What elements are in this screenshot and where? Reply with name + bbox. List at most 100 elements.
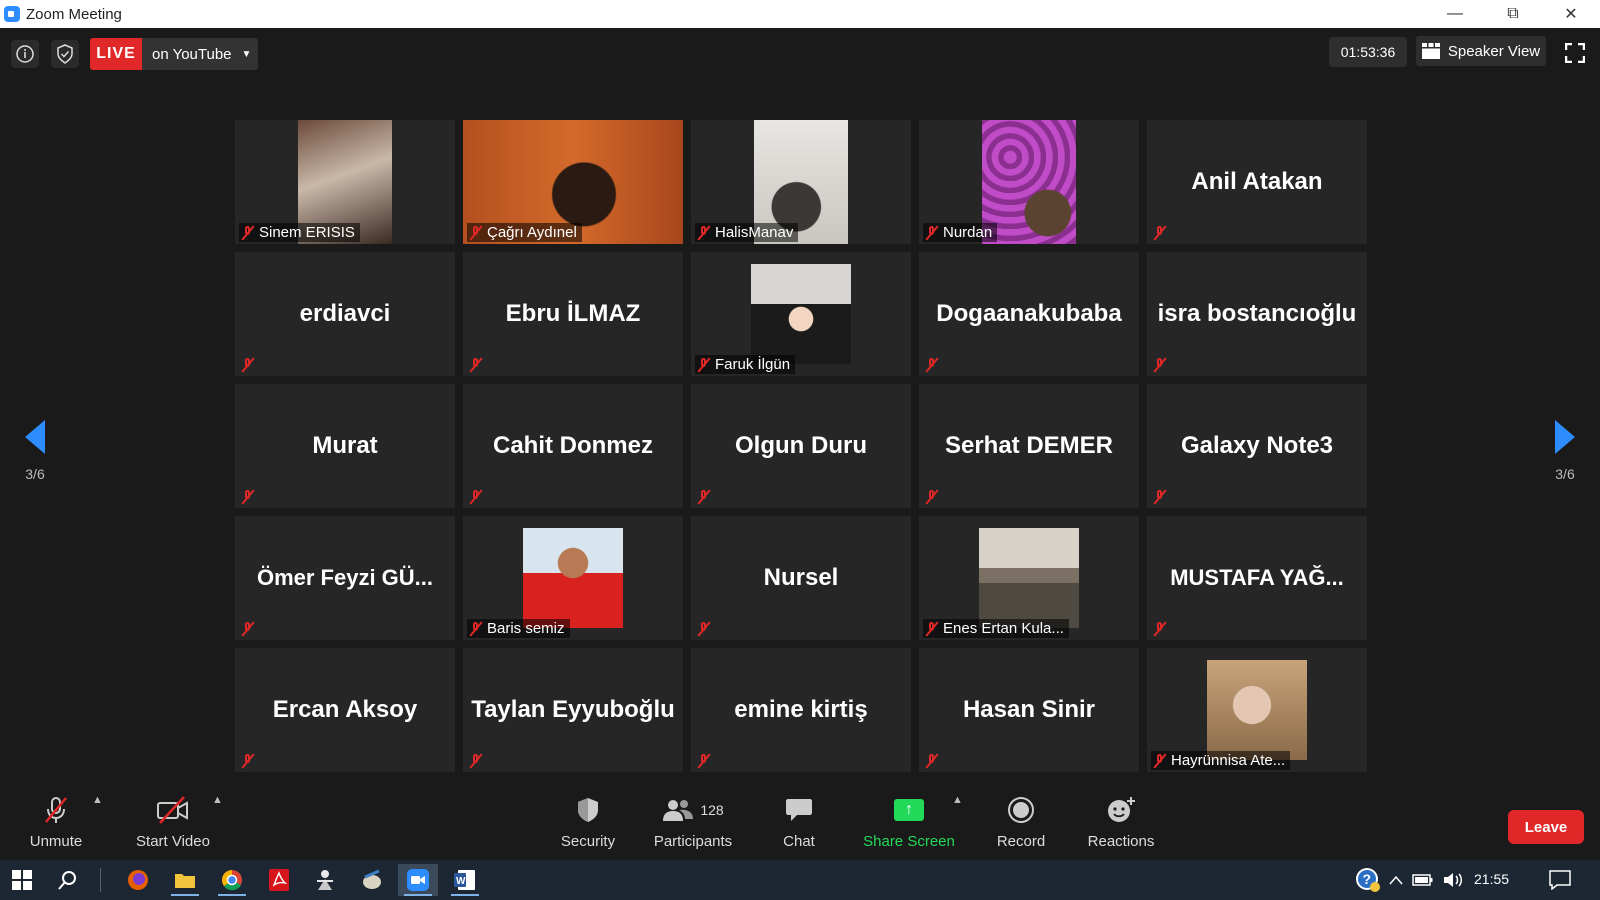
next-page-button[interactable]: 3/6 [1545,420,1585,482]
participant-tile[interactable]: Galaxy Note3 [1147,384,1367,508]
participant-name: Enes Ertan Kula... [943,620,1064,637]
participant-profile-photo [1207,660,1307,760]
participant-tile[interactable]: Baris semiz [463,516,683,640]
participant-tile[interactable]: Çağrı Aydınel [463,120,683,244]
mic-muted-icon [697,357,711,373]
participant-name-tag [1151,356,1172,374]
chrome-icon[interactable] [212,864,252,896]
participant-name: HalisManav [715,224,794,241]
participant-name: Nurdan [943,224,993,241]
audio-options-caret-icon[interactable]: ▲ [92,794,103,806]
file-explorer-icon[interactable] [165,864,205,896]
participant-name: Anil Atakan [1191,168,1323,195]
participant-name: Olgun Duru [735,432,867,459]
participants-icon: 128 [662,795,724,825]
minimize-icon[interactable]: — [1432,0,1478,28]
participant-name: Galaxy Note3 [1180,432,1334,459]
participant-tile[interactable]: Taylan Eyyuboğlu [463,648,683,772]
zoom-icon[interactable] [398,864,438,896]
arrow-right-icon [1555,420,1575,454]
reactions-button[interactable]: Reactions [1086,780,1156,850]
battery-icon[interactable] [1410,864,1436,896]
live-stream-dropdown[interactable]: on YouTube ▼ [142,38,258,70]
firefox-icon[interactable] [118,864,158,896]
participant-tile[interactable]: Hayrünnisa Ate... [1147,648,1367,772]
participant-tile[interactable]: Dogaanakubaba [919,252,1139,376]
participant-name: emine kirtiş [734,696,868,723]
participant-tile[interactable]: Cahit Donmez [463,384,683,508]
app-icon[interactable] [352,864,392,896]
participant-tile[interactable]: Murat [235,384,455,508]
participant-tile[interactable]: Nurdan [919,120,1139,244]
taskbar-divider [100,868,101,892]
security-shield-icon [575,795,601,825]
record-button[interactable]: Record [991,780,1051,850]
previous-page-button[interactable]: 3/6 [15,420,55,482]
restore-icon[interactable]: ⧉ [1490,0,1536,28]
participant-tile[interactable]: Olgun Duru [691,384,911,508]
fullscreen-icon[interactable] [1560,38,1590,68]
participant-tile[interactable]: Anil Atakan [1147,120,1367,244]
start-video-button[interactable]: Start Video [133,780,213,850]
share-screen-button[interactable]: ↑ Share Screen [861,780,957,850]
participant-name-tag [239,356,260,374]
meeting-toolbar: Unmute ▲ Start Video ▲ Security 128 Part… [0,780,1600,860]
participant-name: Cahit Donmez [492,432,653,459]
participant-tile[interactable]: Sinem ERISIS [235,120,455,244]
encryption-shield-icon[interactable] [51,40,79,68]
speaker-view-button[interactable]: Speaker View [1416,36,1546,66]
participant-tile[interactable]: Nursel [691,516,911,640]
participant-name-tag [1151,620,1172,638]
unmute-button[interactable]: Unmute [26,780,86,850]
participant-tile[interactable]: Ömer Feyzi GÜ... [235,516,455,640]
chat-button[interactable]: Chat [776,780,822,850]
unmute-label: Unmute [29,833,83,850]
help-icon[interactable]: ? [1348,864,1388,896]
notification-center-icon[interactable] [1540,864,1580,896]
show-hidden-icons-chevron-icon[interactable] [1384,864,1408,896]
reactions-smiley-icon [1106,795,1136,825]
participant-tile[interactable]: Serhat DEMER [919,384,1139,508]
participant-tile[interactable]: isra bostancıoğlu [1147,252,1367,376]
participant-name-tag: Enes Ertan Kula... [923,619,1069,638]
mic-muted-icon [925,753,939,769]
participant-tile[interactable]: emine kirtiş [691,648,911,772]
word-icon[interactable]: W [445,864,485,896]
video-options-caret-icon[interactable]: ▲ [212,794,223,806]
participant-tile[interactable]: Faruk İlgün [691,252,911,376]
window-title: Zoom Meeting [26,6,122,23]
acrobat-icon[interactable] [259,864,299,896]
participant-tile[interactable]: erdiavci [235,252,455,376]
participant-tile[interactable]: Ebru İLMAZ [463,252,683,376]
record-label: Record [996,833,1046,850]
system-clock[interactable]: 21:55 [1474,871,1509,887]
start-video-label: Start Video [136,833,210,850]
participant-name: Serhat DEMER [944,432,1114,459]
leave-button[interactable]: Leave [1508,810,1584,844]
participant-profile-photo [523,528,623,628]
chat-bubble-icon [785,795,813,825]
participant-tile[interactable]: Ercan Aksoy [235,648,455,772]
participant-tile[interactable]: Hasan Sinir [919,648,1139,772]
chat-label: Chat [783,833,815,850]
mic-muted-icon [925,489,939,505]
mic-muted-icon [1153,753,1167,769]
meeting-info-icon[interactable] [11,40,39,68]
close-icon[interactable]: ✕ [1548,0,1594,28]
participant-tile[interactable]: HalisManav [691,120,911,244]
mic-muted-icon [469,621,483,637]
windows-start-icon[interactable] [2,864,42,896]
participant-tile[interactable]: Enes Ertan Kula... [919,516,1139,640]
participants-button[interactable]: 128 Participants [650,780,736,850]
mic-muted-icon [697,489,711,505]
search-icon[interactable] [48,864,88,896]
security-button[interactable]: Security [555,780,621,850]
participant-name: Dogaanakubaba [936,300,1122,327]
participant-tile[interactable]: MUSTAFA YAĞ... [1147,516,1367,640]
share-options-caret-icon[interactable]: ▲ [952,794,963,806]
participant-name: isra bostancıoğlu [1157,300,1357,327]
participant-name-tag [239,488,260,506]
app-icon[interactable] [305,864,345,896]
share-screen-icon: ↑ [894,795,924,825]
volume-icon[interactable] [1440,864,1466,896]
